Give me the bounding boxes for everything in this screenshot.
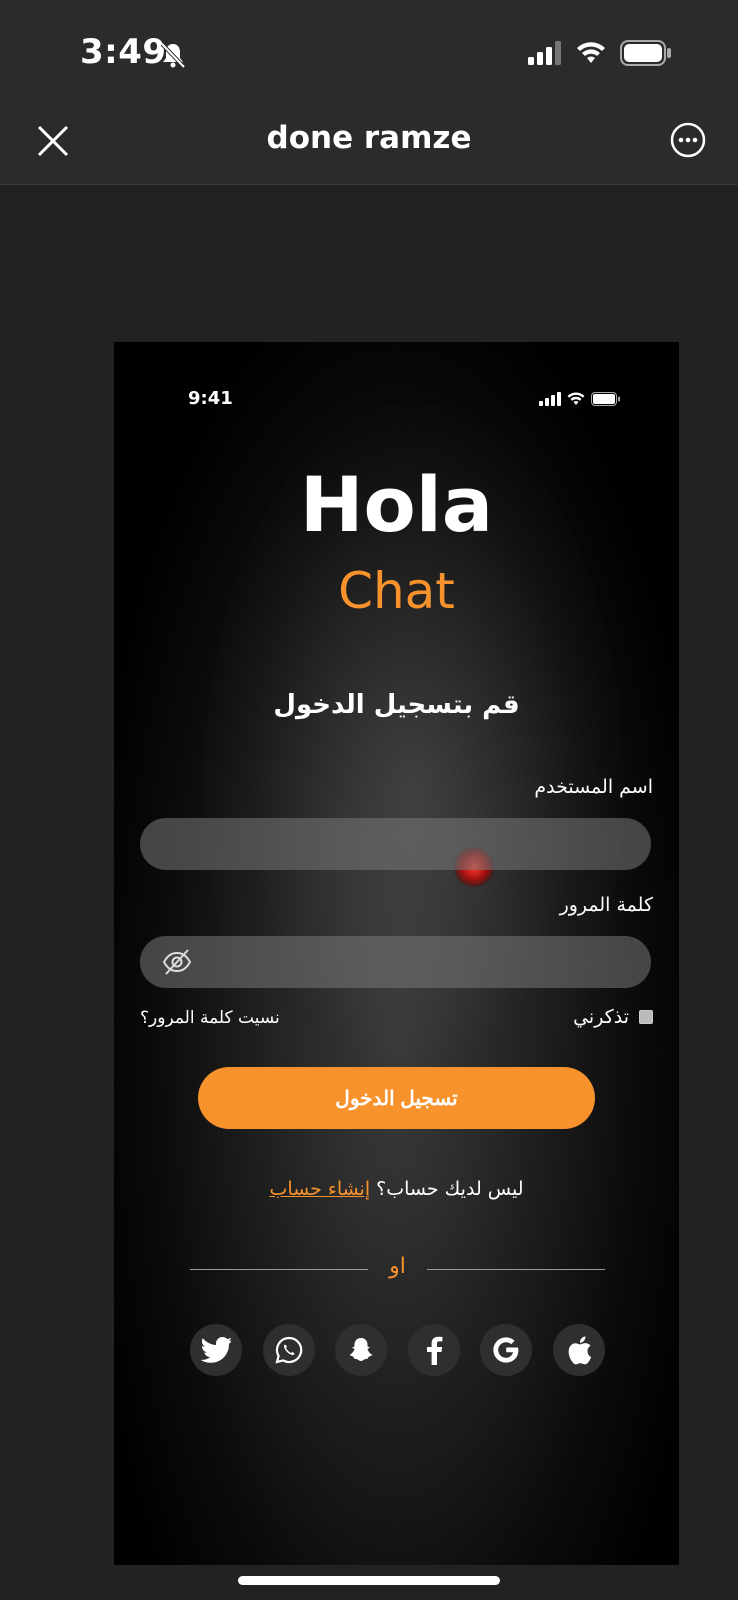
social-login-row: [190, 1324, 605, 1378]
more-icon[interactable]: [670, 122, 706, 158]
brand-title: Hola: [299, 460, 494, 549]
divider-line-right: [427, 1269, 605, 1270]
page-title: done ramze: [266, 120, 472, 156]
signup-prompt: ليس لديك حساب؟ إنشاء حساب: [114, 1178, 679, 1200]
app-preview: 9:41 Hola Chat قم بتسجيل الدخول اسم المس…: [114, 342, 679, 1565]
remember-label: تذكرني: [573, 1006, 629, 1028]
password-input[interactable]: [140, 936, 651, 988]
create-account-link[interactable]: إنشاء حساب: [269, 1178, 370, 1200]
wifi-icon: [567, 392, 585, 405]
google-button[interactable]: [480, 1324, 533, 1376]
no-account-text: ليس لديك حساب؟: [376, 1178, 524, 1200]
forgot-password-link[interactable]: نسيت كلمة المرور؟: [140, 1008, 280, 1028]
whatsapp-icon: [275, 1336, 302, 1364]
or-divider: او: [190, 1254, 605, 1284]
username-label: اسم المستخدم: [534, 776, 653, 798]
apple-icon: [568, 1336, 592, 1365]
signal-icon: [528, 41, 561, 65]
login-heading: قم بتسجيل الدخول: [273, 690, 520, 720]
status-time: 3:49: [80, 32, 167, 72]
password-label: كلمة المرور: [559, 894, 653, 916]
mock-status-time: 9:41: [188, 388, 233, 409]
battery-icon: [620, 40, 671, 66]
signal-icon: [539, 392, 561, 406]
username-input[interactable]: [140, 818, 651, 870]
or-text: او: [389, 1254, 406, 1279]
nav-bar: done ramze: [0, 110, 738, 185]
silent-bell-icon: [160, 42, 186, 69]
login-button[interactable]: تسجيل الدخول: [198, 1067, 595, 1129]
mock-status-indicators: [539, 392, 621, 406]
google-icon: [493, 1337, 519, 1363]
battery-icon: [591, 392, 620, 406]
facebook-button[interactable]: [407, 1324, 460, 1376]
wifi-icon: [577, 42, 605, 63]
snapchat-icon: [349, 1338, 373, 1361]
twitter-icon: [201, 1337, 231, 1363]
status-bar: 3:49: [0, 0, 738, 110]
home-indicator[interactable]: [238, 1576, 500, 1585]
brand-subtitle: Chat: [338, 562, 455, 620]
whatsapp-button[interactable]: [262, 1324, 315, 1376]
facebook-icon: [426, 1336, 443, 1365]
remember-me[interactable]: تذكرني: [573, 1006, 653, 1028]
snapchat-button[interactable]: [335, 1324, 388, 1376]
status-indicators: [528, 40, 672, 66]
remember-checkbox[interactable]: [639, 1010, 653, 1024]
eye-off-icon[interactable]: [162, 948, 192, 976]
apple-button[interactable]: [552, 1324, 605, 1376]
twitter-button[interactable]: [190, 1324, 242, 1376]
